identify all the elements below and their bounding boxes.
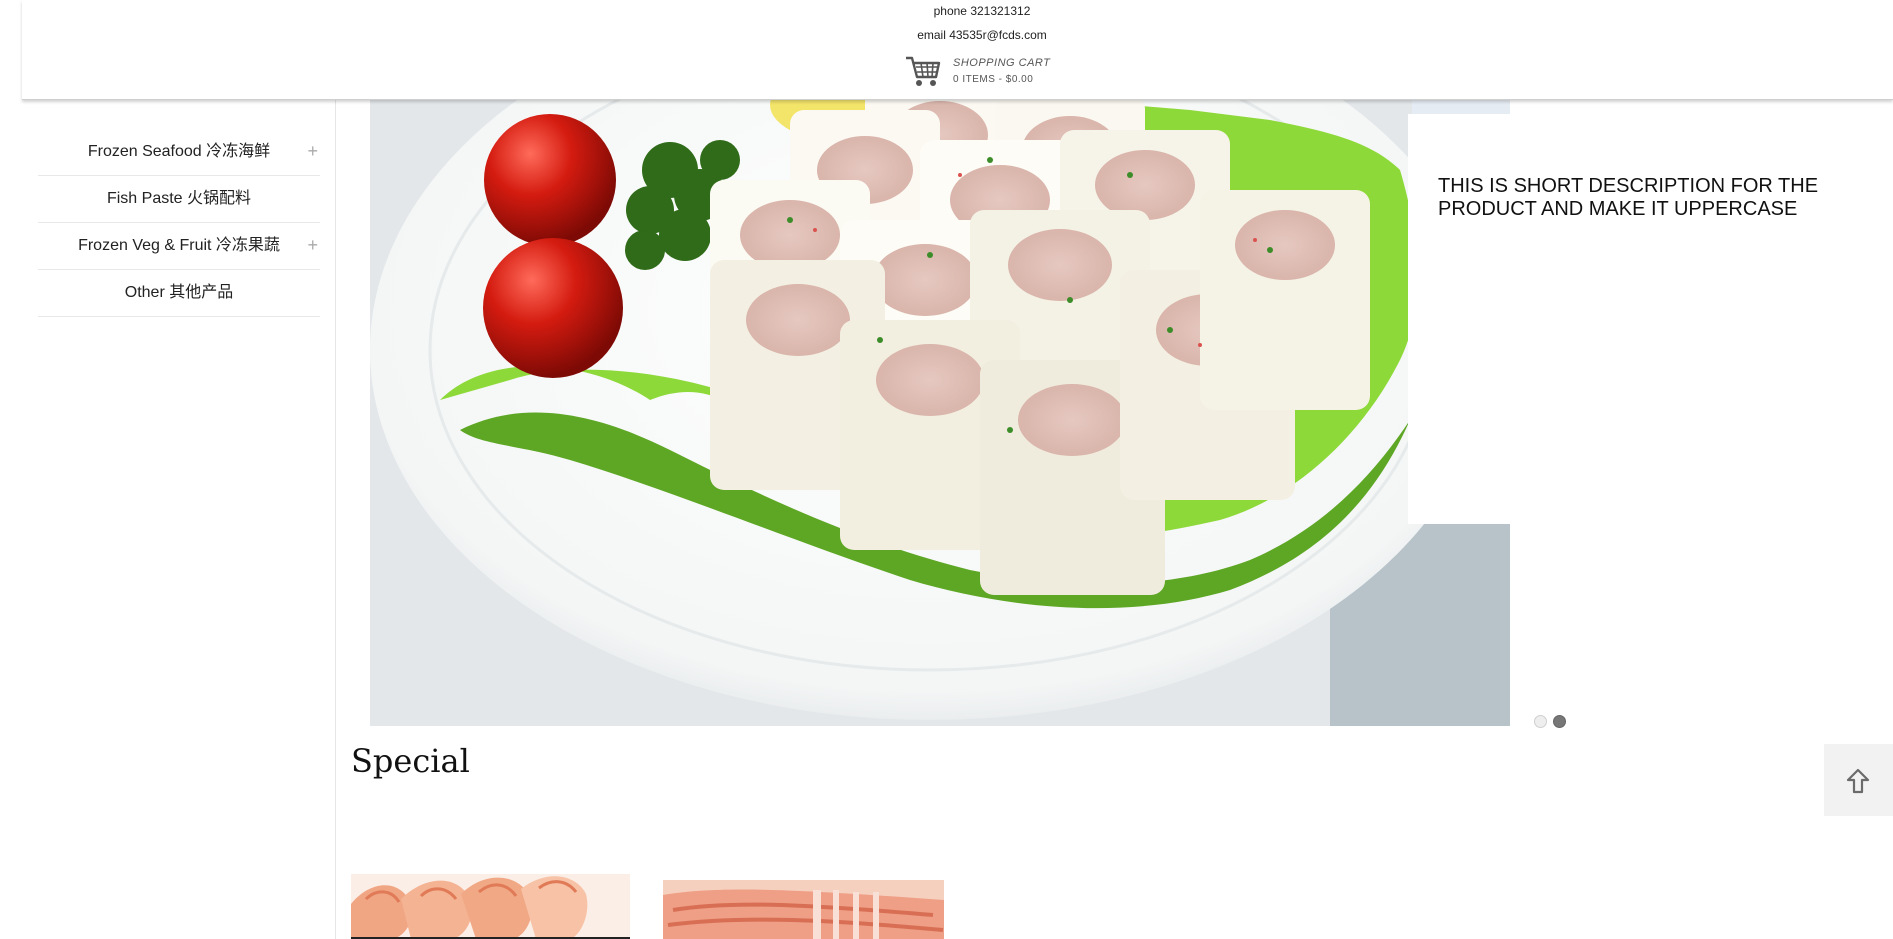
sidebar-item-frozen-veg-fruit[interactable]: Frozen Veg & Fruit 冷冻果蔬 +: [38, 223, 320, 270]
category-sidebar: Frozen Seafood 冷冻海鲜 + Fish Paste 火锅配料 Fr…: [0, 100, 336, 939]
slide-description: THIS IS SHORT DESCRIPTION FOR THE PRODUC…: [1438, 175, 1819, 220]
slide-dot-1[interactable]: [1534, 715, 1547, 728]
arrow-up-icon: [1846, 768, 1870, 794]
scroll-to-top-button[interactable]: [1824, 744, 1893, 816]
product-thumb-prawn[interactable]: [663, 880, 944, 939]
site-header: phone 321321312 email 43535r@fcds.com SH…: [22, 0, 1893, 100]
sidebar-item-fish-paste[interactable]: Fish Paste 火锅配料: [38, 176, 320, 223]
prawn-photo: [663, 880, 944, 939]
special-heading: Special: [351, 742, 470, 780]
product-thumb-shrimp[interactable]: [351, 874, 630, 939]
sidebar-item-other[interactable]: Other 其他产品: [38, 270, 320, 317]
sidebar-item-frozen-seafood[interactable]: Frozen Seafood 冷冻海鲜 +: [38, 129, 320, 176]
sidebar-item-label: Frozen Seafood 冷冻海鲜: [87, 143, 271, 160]
phone-number: phone 321321312: [933, 4, 1031, 18]
fish-tofu-plate-photo: [370, 100, 1510, 726]
cart-icon: [906, 56, 941, 86]
shrimp-photo: [351, 874, 630, 939]
slide-corner-tab: [1412, 100, 1510, 114]
email-address[interactable]: email 43535r@fcds.com: [832, 28, 1132, 42]
slide-dot-2-active[interactable]: [1553, 715, 1566, 728]
expand-plus-icon[interactable]: +: [307, 223, 318, 267]
cart-summary: 0 ITEMS - $0.00: [953, 74, 1034, 85]
sidebar-item-label: Fish Paste 火锅配料: [106, 190, 252, 207]
shopping-cart[interactable]: SHOPPING CART 0 ITEMS - $0.00: [905, 53, 1105, 89]
hero-slide-image[interactable]: [370, 100, 1510, 726]
cart-title: SHOPPING CART: [953, 57, 1051, 69]
sidebar-item-label: Frozen Veg & Fruit 冷冻果蔬: [78, 237, 280, 254]
sidebar-item-label: Other 其他产品: [124, 284, 234, 301]
expand-plus-icon[interactable]: +: [307, 129, 318, 173]
